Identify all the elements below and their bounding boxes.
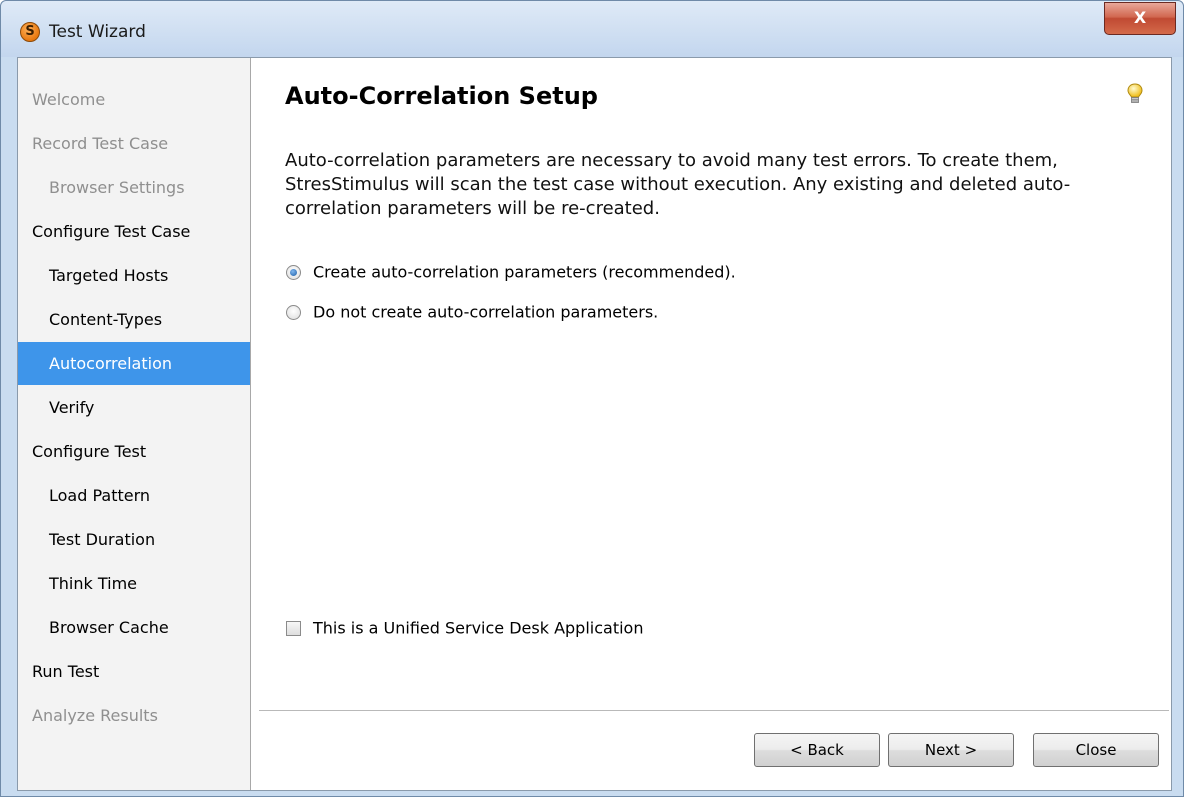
- create-autocorrelation-radio[interactable]: Create auto-correlation parameters (reco…: [286, 261, 736, 283]
- wizard-steps-sidebar: Welcome Record Test Case Browser Settings C…: [18, 58, 251, 790]
- wizard-client-area: Welcome Record Test Case Browser Settings C…: [17, 57, 1172, 791]
- sidebar-item-configure-test-case[interactable]: Configure Test Case: [18, 210, 250, 253]
- radio-selected-icon[interactable]: [286, 265, 301, 280]
- checkbox-unchecked-icon[interactable]: [286, 621, 301, 636]
- title-bar: S Test Wizard: [1, 1, 1183, 57]
- sidebar-item-targeted-hosts[interactable]: Targeted Hosts: [18, 254, 250, 297]
- create-autocorrelation-label: Create auto-correlation parameters (reco…: [313, 262, 736, 282]
- radio-unselected-icon[interactable]: [286, 305, 301, 320]
- do-not-create-autocorrelation-label: Do not create auto-correlation parameter…: [313, 302, 659, 322]
- unified-service-desk-checkbox[interactable]: This is a Unified Service Desk Applicati…: [286, 617, 643, 639]
- unified-service-desk-label: This is a Unified Service Desk Applicati…: [313, 618, 644, 638]
- window-close-button[interactable]: X: [1104, 2, 1176, 35]
- lightbulb-icon[interactable]: [1127, 83, 1143, 105]
- sidebar-item-content-types[interactable]: Content-Types: [18, 298, 250, 341]
- sidebar-item-verify[interactable]: Verify: [18, 386, 250, 429]
- page-description: Auto-correlation parameters are necessar…: [285, 150, 1071, 219]
- footer-divider: [259, 710, 1169, 712]
- next-button[interactable]: Next >: [888, 733, 1014, 767]
- sidebar-item-load-pattern[interactable]: Load Pattern: [18, 474, 250, 517]
- test-wizard-window: S Test Wizard X Welcome Record Test Case B…: [0, 0, 1184, 797]
- close-button[interactable]: Close: [1033, 733, 1159, 767]
- window-title: Test Wizard: [49, 22, 146, 42]
- sidebar-item-browser-cache[interactable]: Browser Cache: [18, 606, 250, 649]
- sidebar-item-autocorrelation[interactable]: Autocorrelation: [18, 342, 250, 385]
- do-not-create-autocorrelation-radio[interactable]: Do not create auto-correlation parameter…: [286, 301, 658, 323]
- page-title: Auto-Correlation Setup: [285, 82, 598, 110]
- sidebar-item-think-time[interactable]: Think Time: [18, 562, 250, 605]
- back-button[interactable]: < Back: [754, 733, 880, 767]
- sidebar-item-welcome: Welcome: [32, 90, 106, 109]
- sidebar-item-browser-settings: Browser Settings: [49, 178, 185, 197]
- wizard-page: Auto-Correlation Setup Auto-correlation …: [251, 58, 1171, 790]
- stresstimulus-logo-icon: S: [20, 22, 40, 42]
- sidebar-item-analyze-results: Analyze Results: [32, 706, 158, 725]
- sidebar-item-configure-test[interactable]: Configure Test: [18, 430, 250, 473]
- sidebar-item-run-test[interactable]: Run Test: [18, 650, 250, 693]
- sidebar-item-record-test-case: Record Test Case: [32, 134, 169, 153]
- sidebar-item-test-duration[interactable]: Test Duration: [18, 518, 250, 561]
